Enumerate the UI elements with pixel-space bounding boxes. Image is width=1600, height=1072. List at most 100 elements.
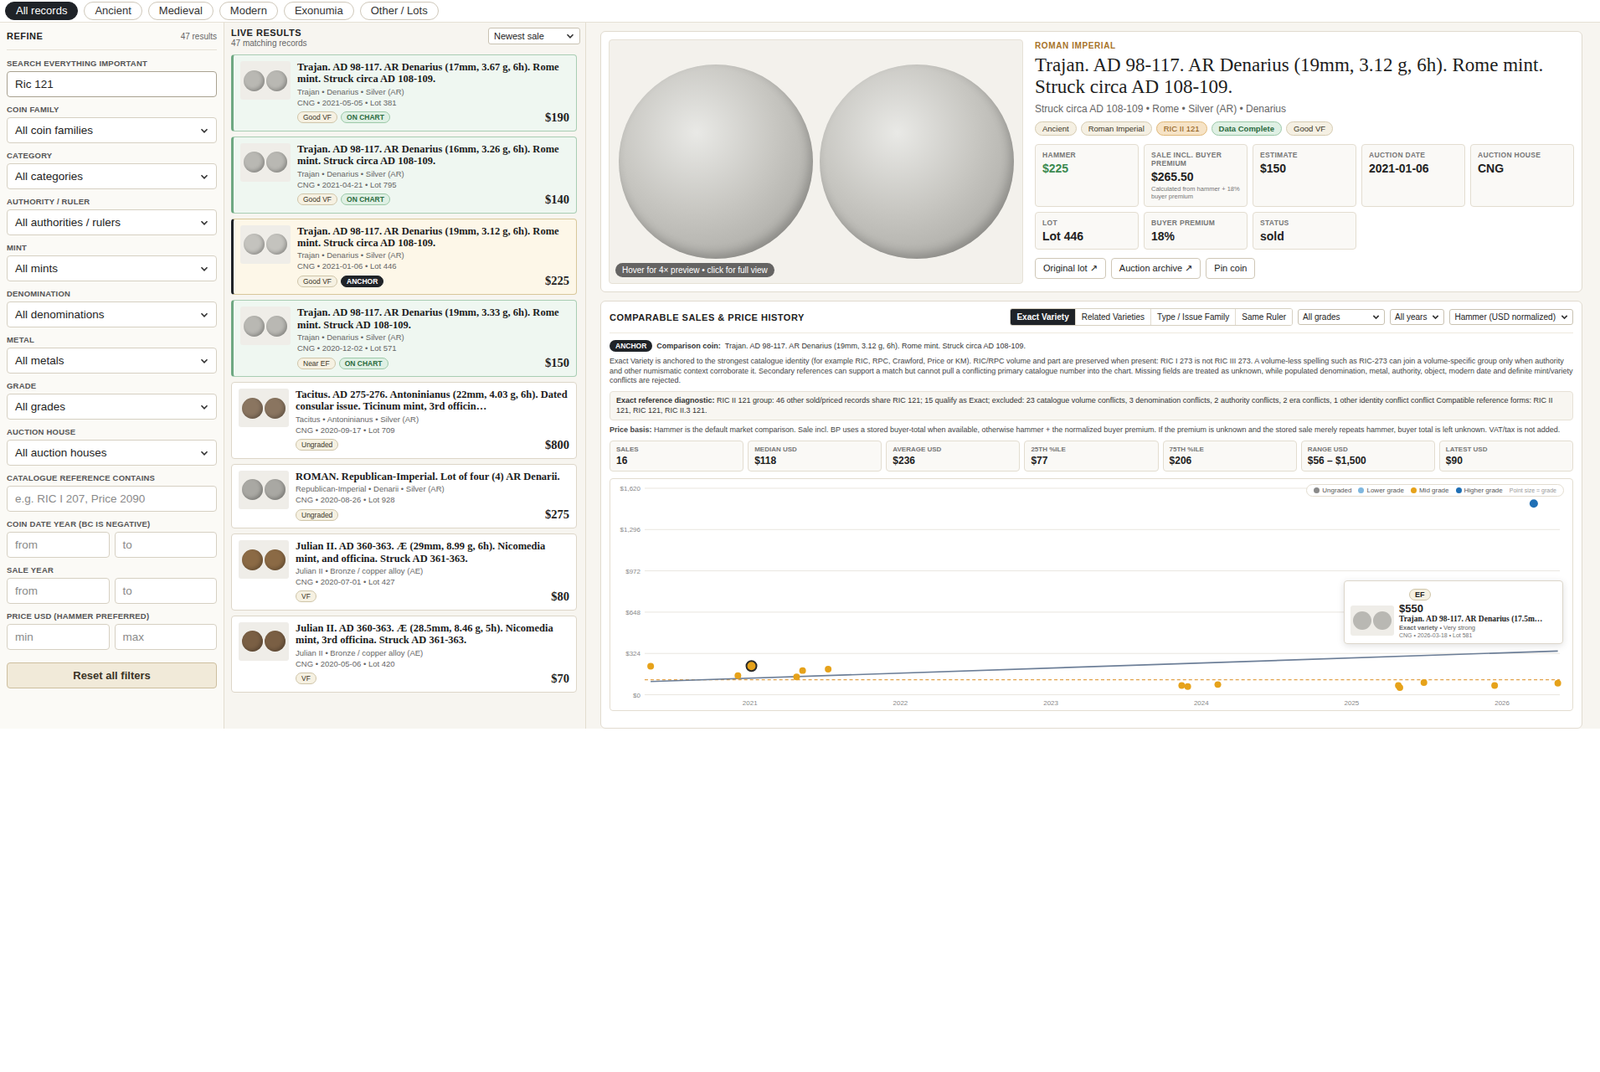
field-label: AUTHORITY / RULER (6, 196, 217, 206)
range-input[interactable]: min (6, 623, 110, 650)
field-label: GRADE (6, 380, 217, 391)
match-mode-tab[interactable]: Exact Variety (1010, 308, 1076, 325)
grade-tag: Ungraded (295, 509, 339, 521)
filter-field: PRICE USD (HAMMER PREFERRED)minmax (6, 611, 217, 650)
sale-point[interactable] (1214, 681, 1222, 689)
filter-select[interactable]: All categories (6, 163, 217, 190)
sale-point[interactable] (647, 663, 654, 670)
chart-legend: UngradedLower gradeMid gradeHigher grade… (1306, 483, 1564, 497)
filter-select[interactable]: All metals (6, 347, 217, 374)
action-button[interactable]: Original lot ↗ (1034, 257, 1107, 279)
filter-select[interactable]: All auction houses (6, 439, 217, 466)
category-tab[interactable]: All records (5, 1, 78, 21)
sale-point[interactable] (1420, 679, 1428, 686)
match-mode-tab[interactable]: Related Varieties (1075, 308, 1152, 325)
sale-point[interactable] (1184, 683, 1192, 690)
card-title: Trajan. AD 98-117. AR Denarius (17mm, 3.… (297, 61, 570, 86)
status-badge: ON CHART (340, 193, 391, 206)
filter-select[interactable]: All denominations (6, 301, 217, 328)
result-card[interactable]: Trajan. AD 98-117. AR Denarius (17mm, 3.… (231, 54, 577, 132)
svg-text:$1,620: $1,620 (620, 484, 642, 493)
sale-point[interactable] (1554, 679, 1562, 687)
filter-input[interactable]: Ric 121 (6, 71, 217, 98)
chevron-down-icon (1431, 313, 1440, 321)
range-input[interactable]: from (6, 577, 110, 604)
filter-select[interactable]: All coin families (6, 117, 217, 144)
sale-point[interactable] (734, 672, 741, 680)
coin-thumbnail (240, 61, 291, 100)
coin-tag: Roman Imperial (1080, 121, 1153, 136)
sale-point[interactable] (1529, 499, 1539, 508)
coin-detail-card: Hover for 4× preview • click for full vi… (600, 30, 1583, 293)
category-tab[interactable]: Modern (219, 1, 278, 21)
price-history-chart: $1,620$1,296$972$648$324$020212022202320… (609, 478, 1574, 711)
coin-thumbnail (238, 622, 289, 661)
card-price: $800 (545, 437, 570, 453)
chevron-down-icon (200, 402, 209, 412)
filter-header: REFINE47 results (6, 30, 217, 51)
category-tab[interactable]: Exonumia (283, 1, 355, 21)
filter-select[interactable]: All authorities / rulers (6, 209, 217, 236)
filter-field: COIN DATE YEAR (BC IS NEGATIVE)fromto (6, 519, 217, 558)
sale-point[interactable] (1396, 684, 1404, 691)
sort-select[interactable]: Newest sale (488, 27, 581, 45)
grade-tag: Good VF (297, 275, 338, 288)
anchor-badge: ANCHOR (609, 339, 653, 352)
filter-field: AUCTION HOUSE All auction houses (6, 427, 217, 466)
filter-field: GRADE All grades (6, 380, 217, 420)
result-card[interactable]: Trajan. AD 98-117. AR Denarius (19mm, 3.… (231, 299, 577, 377)
tooltip-match: Exact variety • Very strong (1399, 623, 1543, 632)
y-tick: $0 (632, 691, 1560, 700)
coin-image[interactable]: Hover for 4× preview • click for full vi… (608, 39, 1024, 284)
sale-point[interactable] (792, 673, 800, 680)
category-tab[interactable]: Other / Lots (360, 1, 439, 21)
sale-point[interactable] (799, 667, 807, 674)
sale-point[interactable] (824, 665, 832, 673)
sale-point[interactable] (1178, 682, 1185, 690)
filter-select[interactable]: All mints (6, 255, 217, 282)
sale-stat: SALE INCL. BUYER PREMIUM$265.50Calculate… (1143, 144, 1248, 207)
x-tick: 2023 (1043, 699, 1059, 707)
category-tab[interactable]: Medieval (148, 1, 214, 21)
chart-filter-select[interactable]: All grades (1297, 308, 1385, 325)
action-button[interactable]: Pin coin (1205, 257, 1256, 279)
result-card[interactable]: Trajan. AD 98-117. AR Denarius (16mm, 3.… (231, 136, 577, 214)
range-input[interactable]: from (6, 531, 110, 558)
match-mode-tab[interactable]: Same Ruler (1235, 308, 1292, 325)
card-sale: CNG • 2021-01-06 • Lot 446 (297, 261, 570, 271)
chart-filter-select[interactable]: Hammer (USD normalized) (1449, 308, 1574, 325)
filter-field: SEARCH EVERYTHING IMPORTANTRic 121 (6, 58, 217, 98)
range-input[interactable]: max (114, 623, 218, 650)
svg-text:$324: $324 (625, 649, 641, 658)
chart-filter-select[interactable]: All years (1389, 308, 1445, 325)
result-card[interactable]: Julian II. AD 360-363. Æ (28.5mm, 8.46 g… (231, 615, 577, 693)
filter-field: DENOMINATIONAll denominations (6, 288, 217, 328)
reset-filters-button[interactable]: Reset all filters (6, 662, 217, 689)
card-price: $80 (550, 589, 570, 604)
result-card[interactable]: Trajan. AD 98-117. AR Denarius (19mm, 3.… (231, 218, 577, 296)
coin-actions: Original lot ↗Auction archive ↗Pin coin (1034, 257, 1575, 279)
point-tooltip: EF$550Trajan. AD 98-117. AR Denarius (17… (1343, 580, 1564, 644)
tooltip-thumbnail (1350, 605, 1395, 636)
range-input[interactable]: to (114, 531, 218, 558)
anchor-point[interactable] (746, 660, 757, 671)
chevron-down-icon (1372, 313, 1380, 321)
tooltip-grade: EF (1409, 588, 1431, 601)
coin-tags: AncientRoman ImperialRIC II 121Data Comp… (1034, 121, 1575, 136)
filter-select[interactable]: All grades (6, 393, 217, 420)
result-card[interactable]: Tacitus. AD 275-276. Antoninianus (22mm,… (231, 381, 577, 459)
match-mode-tab[interactable]: Type / Issue Family (1151, 308, 1236, 325)
result-card[interactable]: ROMAN. Republican-Imperial. Lot of four … (231, 463, 577, 529)
action-button[interactable]: Auction archive ↗ (1111, 257, 1201, 279)
match-mode-tabs: Exact VarietyRelated VarietiesType / Iss… (1009, 308, 1293, 326)
coin-thumbnail (238, 540, 289, 579)
result-card[interactable]: Julian II. AD 360-363. Æ (29mm, 8.99 g, … (231, 533, 577, 611)
range-input[interactable]: to (114, 577, 218, 604)
grade-tag: Good VF (297, 193, 338, 206)
filter-input[interactable]: e.g. RIC I 207, Price 2090 (6, 485, 217, 512)
field-label: AUCTION HOUSE (6, 427, 217, 437)
category-tab[interactable]: Ancient (83, 1, 142, 21)
sale-point[interactable] (1491, 682, 1498, 690)
grade-tag: VF (295, 672, 317, 685)
sale-stat: HAMMER$225 (1034, 144, 1139, 207)
